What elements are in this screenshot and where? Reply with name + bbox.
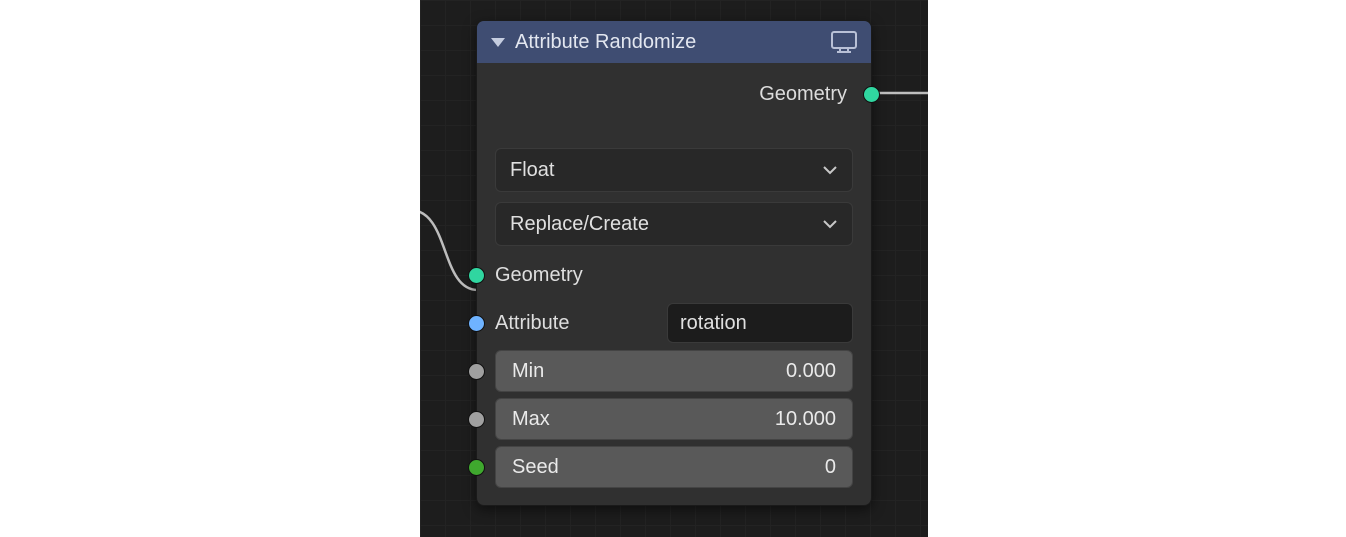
max-number-field[interactable]: Max 10.000: [495, 398, 853, 440]
operation-row: Replace/Create: [477, 197, 871, 251]
input-min-row: Min 0.000: [477, 347, 871, 395]
output-geometry-label: Geometry: [759, 83, 847, 106]
data-type-row: Float: [477, 143, 871, 197]
operation-value: Replace/Create: [510, 213, 649, 236]
input-seed-row: Seed 0: [477, 443, 871, 491]
min-label: Min: [512, 360, 544, 383]
input-max-row: Max 10.000: [477, 395, 871, 443]
data-type-value: Float: [510, 159, 554, 182]
seed-label: Seed: [512, 456, 559, 479]
min-value: 0.000: [786, 360, 836, 383]
min-number-field[interactable]: Min 0.000: [495, 350, 853, 392]
attribute-randomize-node[interactable]: Attribute Randomize Geometry Float: [476, 20, 872, 506]
output-geometry-row: Geometry: [477, 73, 871, 115]
max-label: Max: [512, 408, 550, 431]
max-value: 10.000: [775, 408, 836, 431]
input-min-socket[interactable]: [468, 363, 485, 380]
input-max-socket[interactable]: [468, 411, 485, 428]
node-title: Attribute Randomize: [515, 31, 821, 54]
input-attribute-row: Attribute: [477, 299, 871, 347]
display-icon[interactable]: [831, 31, 857, 53]
chevron-down-icon: [822, 165, 838, 175]
input-geometry-label: Geometry: [495, 264, 583, 287]
data-type-dropdown[interactable]: Float: [495, 148, 853, 192]
input-geometry-row: Geometry: [477, 251, 871, 299]
chevron-down-icon: [822, 219, 838, 229]
input-attribute-label: Attribute: [495, 312, 569, 335]
input-attribute-socket[interactable]: [468, 315, 485, 332]
input-seed-socket[interactable]: [468, 459, 485, 476]
output-geometry-socket[interactable]: [863, 86, 880, 103]
collapse-triangle-icon[interactable]: [491, 38, 505, 47]
node-editor-canvas[interactable]: Attribute Randomize Geometry Float: [420, 0, 928, 537]
seed-value: 0: [825, 456, 836, 479]
attribute-name-input[interactable]: [667, 303, 853, 343]
node-header[interactable]: Attribute Randomize: [477, 21, 871, 63]
operation-dropdown[interactable]: Replace/Create: [495, 202, 853, 246]
seed-number-field[interactable]: Seed 0: [495, 446, 853, 488]
input-geometry-socket[interactable]: [468, 267, 485, 284]
node-body: Geometry Float Replace/Create: [477, 63, 871, 505]
